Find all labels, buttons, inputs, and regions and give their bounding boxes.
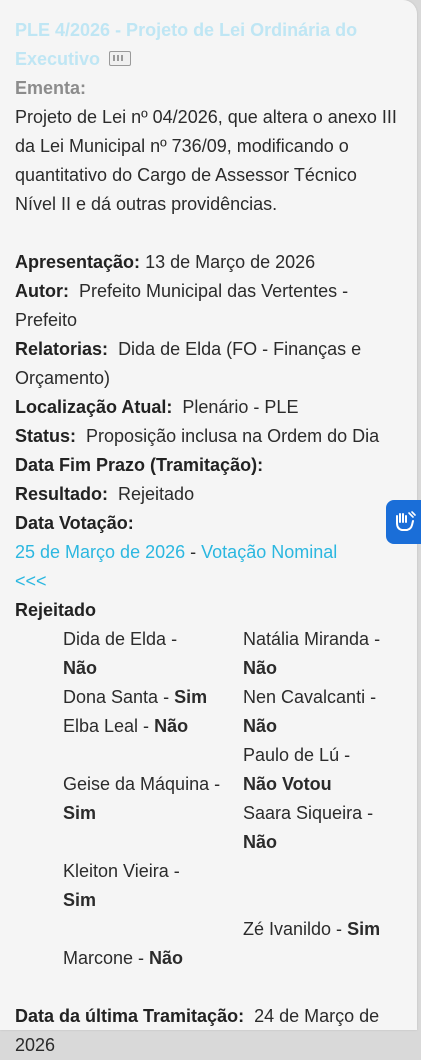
vote-item: Paulo de Lú - Não Votou (243, 741, 403, 799)
vote-value: Não (63, 658, 98, 678)
field-value: 13 de Março de 2026 (145, 252, 316, 272)
vote-item: Natália Miranda - Não (243, 625, 403, 683)
voter-name: Dona Santa - (63, 687, 170, 707)
voter-name: Saara Siqueira - (243, 803, 374, 823)
field-data-fim-prazo: Data Fim Prazo (Tramitação): (15, 451, 400, 480)
field-label: Localização Atual: (15, 397, 173, 417)
voter-name: Kleiton Vieira - (63, 861, 180, 881)
page-title-text[interactable]: PLE 4/2026 - Projeto de Lei Ordinária do… (15, 20, 357, 69)
field-label: Data da última Tramitação: (15, 1006, 245, 1026)
votacao-result: Rejeitado (15, 596, 400, 625)
vote-item: Kleiton Vieira - Sim (63, 857, 243, 944)
vote-item: Saara Siqueira - Não (243, 799, 403, 857)
vote-value: Sim (63, 803, 97, 823)
page-title[interactable]: PLE 4/2026 - Projeto de Lei Ordinária do… (15, 16, 400, 74)
field-apresentacao: Apresentação: 13 de Março de 2026 (15, 248, 400, 277)
field-ultima-tramitacao: Data da última Tramitação: 24 de Março d… (15, 1002, 400, 1060)
vote-value: Não (154, 716, 189, 736)
vote-value: Sim (174, 687, 208, 707)
proposition-card: PLE 4/2026 - Projeto de Lei Ordinária do… (0, 0, 417, 1055)
field-value: Rejeitado (118, 484, 195, 504)
document-icon[interactable] (109, 51, 132, 66)
field-label: Relatorias: (15, 339, 109, 359)
field-value: Proposição inclusa na Ordem do Dia (86, 426, 380, 446)
field-relatorias: Relatorias: Dida de Elda (FO - Finanças … (15, 335, 400, 393)
vote-item: Dida de Elda - Não (63, 625, 243, 683)
field-label: Autor: (15, 281, 69, 301)
vote-value: Não (243, 658, 278, 678)
field-resultado: Resultado: Rejeitado (15, 480, 400, 509)
voter-name: Elba Leal - (63, 716, 150, 736)
voter-name: Nen Cavalcanti - (243, 687, 377, 707)
voter-name: Natália Miranda - (243, 629, 381, 649)
votacao-links: 25 de Março de 2026 - Votação Nominal <<… (15, 538, 400, 596)
votacao-date-link[interactable]: 25 de Março de 2026 (15, 542, 185, 562)
field-autor: Autor: Prefeito Municipal das Vertentes … (15, 277, 400, 335)
votacao-separator: - (190, 542, 197, 562)
voter-name: Geise da Máquina - (63, 774, 221, 794)
field-label: Apresentação: (15, 252, 141, 272)
proposition-content: PLE 4/2026 - Projeto de Lei Ordinária do… (15, 16, 400, 1060)
voter-name: Marcone - (63, 948, 145, 968)
vote-item: Geise da Máquina - Sim (63, 770, 243, 857)
field-label: Status: (15, 426, 77, 446)
voter-name: Paulo de Lú - (243, 745, 351, 765)
field-data-votacao: Data Votação: (15, 509, 400, 538)
vote-item: Zé Ivanildo - Sim (243, 915, 403, 944)
voter-name: Zé Ivanildo - (243, 919, 343, 939)
vote-value: Não (149, 948, 184, 968)
votacao-result-text: Rejeitado (15, 600, 97, 620)
ementa-label: Ementa: (15, 78, 87, 98)
field-label: Data Votação: (15, 513, 134, 533)
ementa-text: Projeto de Lei nº 04/2026, que altera o … (15, 107, 397, 214)
votes-list: Dida de Elda - Não Natália Miranda - Não D… (63, 625, 400, 973)
vote-value: Não (243, 716, 278, 736)
vote-value: Não Votou (243, 774, 332, 794)
field-label: Data Fim Prazo (Tramitação): (15, 455, 264, 475)
vote-value: Sim (63, 890, 97, 910)
vote-value: Não (243, 832, 278, 852)
vote-value: Sim (347, 919, 381, 939)
votacao-nominal-link[interactable]: Votação Nominal (201, 542, 337, 562)
vote-item: Nen Cavalcanti - Não (243, 683, 403, 741)
field-label: Resultado: (15, 484, 109, 504)
field-status: Status: Proposição inclusa na Ordem do D… (15, 422, 400, 451)
voter-name: Dida de Elda - (63, 629, 178, 649)
back-link[interactable]: <<< (15, 571, 47, 591)
field-value: Plenário - PLE (182, 397, 299, 417)
hand-sign-language-icon (395, 511, 416, 531)
accessibility-button[interactable] (386, 500, 421, 544)
field-localizacao: Localização Atual: Plenário - PLE (15, 393, 400, 422)
vote-item: Marcone - Não (63, 944, 243, 973)
